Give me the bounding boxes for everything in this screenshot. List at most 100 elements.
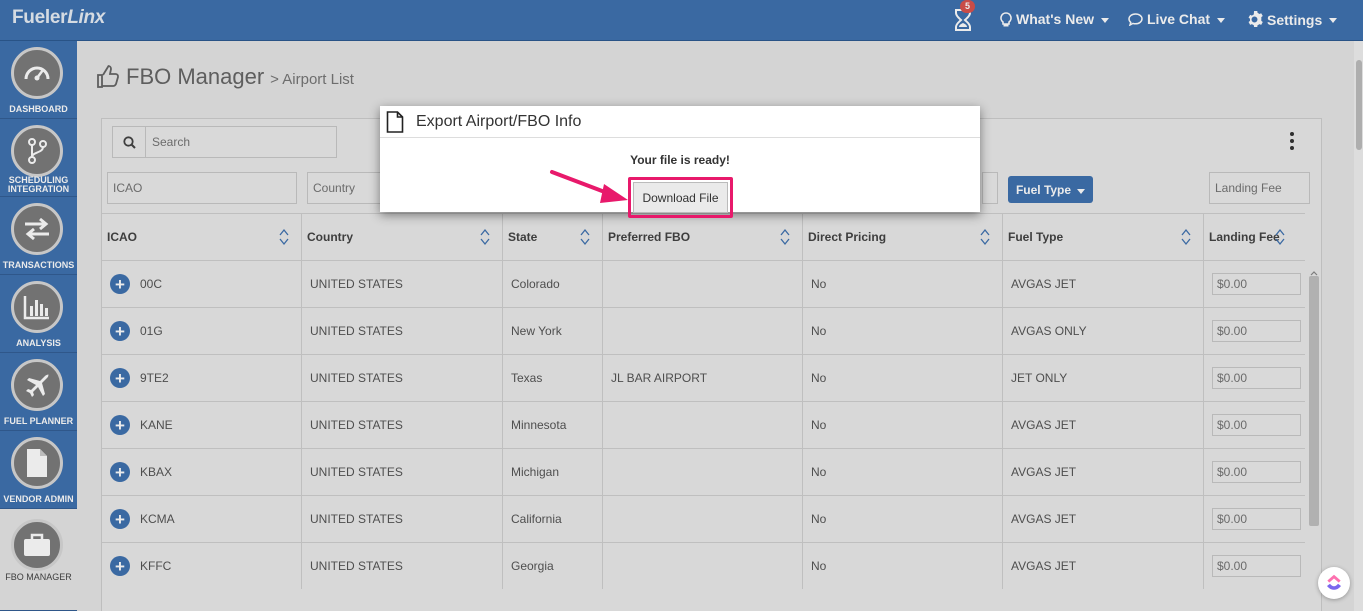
scroll-thumb[interactable] [1309,276,1319,526]
document-icon [27,449,47,477]
sidebar-item-scheduling-integration[interactable]: SCHEDULING INTEGRATION [0,119,77,197]
country-value: UNITED STATES [310,418,403,432]
icao-value: 01G [140,324,163,338]
table-row: + KANE UNITED STATES Minnesota No AVGAS JET [102,401,1305,448]
fuel-value: AVGAS JET [1011,465,1077,479]
download-file-button[interactable]: Download File [633,182,728,213]
icao-value: KFFC [140,559,172,573]
cell-icao: + KANE [102,402,302,448]
expand-row-icon[interactable]: + [110,321,130,341]
search-icon [122,135,136,149]
cell-state: Colorado [503,261,603,307]
country-value: UNITED STATES [310,465,403,479]
expand-row-icon[interactable]: + [110,462,130,482]
more-options-icon[interactable] [1282,132,1302,152]
cell-icao: + KCMA [102,496,302,542]
country-value: UNITED STATES [310,559,403,573]
cell-fee [1204,308,1305,354]
icao-value: KANE [140,418,173,432]
sort-icon [1181,228,1191,246]
page-title: FBO Manager [126,64,265,89]
sidebar-item-dashboard[interactable]: DASHBOARD [0,41,77,119]
cell-fuel: AVGAS ONLY [1003,308,1204,354]
fuel-value: AVGAS JET [1011,418,1077,432]
whats-new-menu[interactable]: What's New [1000,11,1110,27]
cell-fee [1204,402,1305,448]
brand-logo[interactable]: FuelerLinx [12,7,105,29]
country-value: UNITED STATES [310,324,403,338]
modal-message: Your file is ready! [630,153,730,167]
search-input[interactable] [146,127,336,157]
cell-fbo [603,543,803,589]
landing-fee-filter-input[interactable] [1209,172,1310,204]
expand-row-icon[interactable]: + [110,368,130,388]
page-heading: FBO Manager > Airport List [96,64,354,90]
modal-title: Export Airport/FBO Info [416,112,582,130]
sidebar-item-fbo-manager[interactable]: FBO MANAGER [0,509,77,611]
expand-row-icon[interactable]: + [110,415,130,435]
sidebar-label: VENDOR ADMIN [3,494,74,504]
sidebar-label: FUEL PLANNER [3,416,74,426]
sidebar-item-fuel-planner[interactable]: FUEL PLANNER [0,353,77,431]
fuel-type-filter-button[interactable]: Fuel Type [1008,176,1093,203]
search-button[interactable] [113,127,146,157]
header-preferred-fbo[interactable]: Preferred FBO [603,214,803,260]
cell-icao: + KBAX [102,449,302,495]
whats-new-label: What's New [1016,11,1095,27]
landing-fee-input[interactable] [1212,414,1301,436]
sort-icon [480,228,490,246]
sidebar-label: FBO MANAGER [5,572,72,582]
sidebar-item-transactions[interactable]: TRANSACTIONS [0,197,77,275]
branch-icon [28,138,47,164]
landing-fee-input[interactable] [1212,320,1301,342]
page-scrollbar-thumb[interactable] [1356,60,1362,150]
cell-state: New York [503,308,603,354]
notification-badge: 5 [960,0,975,13]
fuel-value: AVGAS JET [1011,559,1077,573]
country-value: UNITED STATES [310,371,403,385]
header-fuel-type[interactable]: Fuel Type [1003,214,1204,260]
direct-value: No [811,559,827,573]
direct-pricing-filter-input[interactable] [982,172,998,204]
pointer-arrow-icon [550,170,628,203]
cell-fbo [603,449,803,495]
state-value: California [511,512,562,526]
gear-icon [1248,11,1263,28]
sidebar-label: DASHBOARD [9,104,68,114]
cell-fee [1204,261,1305,307]
sort-icon [780,228,790,246]
settings-menu[interactable]: Settings [1246,11,1338,28]
header-state[interactable]: State [503,214,603,260]
cell-fuel: AVGAS JET [1003,402,1204,448]
expand-row-icon[interactable]: + [110,556,130,576]
landing-fee-input[interactable] [1212,555,1301,577]
icao-filter-input[interactable] [107,172,297,204]
sidebar-item-analysis[interactable]: ANALYSIS [0,275,77,353]
chat-icon [1128,12,1143,26]
bar-chart-icon [23,296,49,320]
state-value: Michigan [511,465,560,479]
file-icon [386,110,404,133]
clickup-icon[interactable] [1318,567,1350,599]
icao-value: 00C [140,277,163,291]
header-icao[interactable]: ICAO [102,214,302,260]
cell-fuel: AVGAS JET [1003,261,1204,307]
header-direct-pricing[interactable]: Direct Pricing [803,214,1003,260]
table-scrollbar[interactable] [1309,266,1320,606]
cell-country: UNITED STATES [302,261,503,307]
direct-value: No [811,512,827,526]
landing-fee-input[interactable] [1212,508,1301,530]
expand-row-icon[interactable]: + [110,274,130,294]
header-country[interactable]: Country [302,214,503,260]
cell-direct: No [803,496,1003,542]
landing-fee-input[interactable] [1212,461,1301,483]
header-landing-fee[interactable]: Landing Fee [1204,214,1305,260]
table-row: +9TE2 UNITED STATES Texas JL BAR AIRPORT No J… [102,354,1305,401]
live-chat-menu[interactable]: Live Chat [1128,11,1226,27]
country-value: UNITED STATES [310,277,403,291]
expand-row-icon[interactable]: + [110,509,130,529]
sidebar-item-vendor-admin[interactable]: VENDOR ADMIN [0,431,77,509]
landing-fee-input[interactable] [1212,367,1301,389]
sidebar-label: ANALYSIS [16,338,61,348]
landing-fee-input[interactable] [1212,273,1301,295]
